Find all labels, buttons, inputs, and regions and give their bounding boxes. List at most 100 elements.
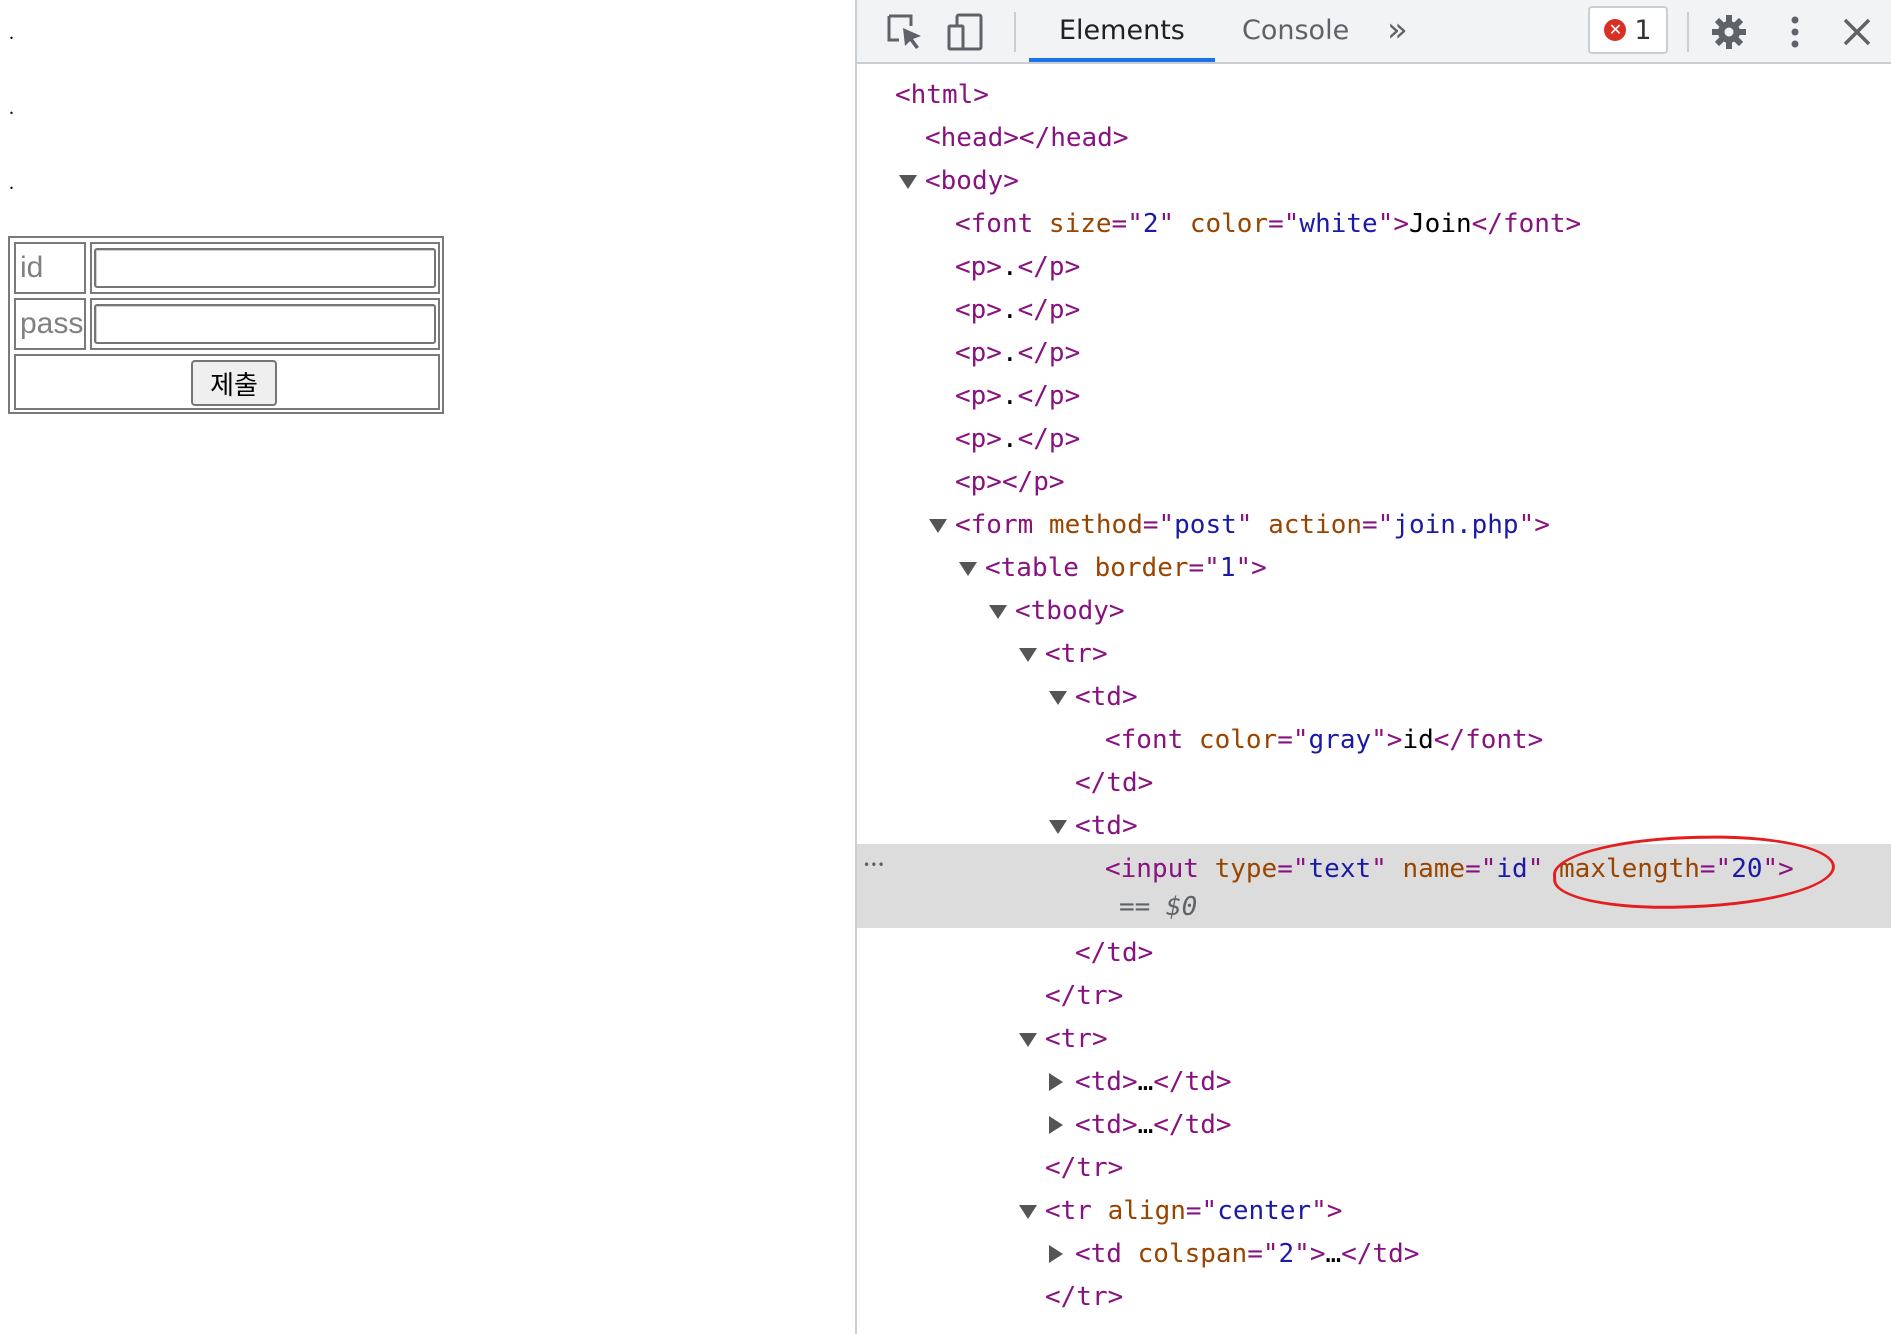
dom-node-code: <td colspan="2">…</td> [1075, 1233, 1419, 1276]
more-options-icon[interactable] [1775, 12, 1815, 52]
code-token-tag: "> [1235, 553, 1267, 583]
tab-console[interactable]: Console [1212, 0, 1379, 62]
error-count-badge[interactable]: ✕ 1 [1588, 6, 1668, 54]
id-label-cell: id [14, 242, 86, 294]
dom-node-code: </tr> [1045, 1276, 1123, 1319]
code-token-txt: … [1137, 1110, 1154, 1140]
dom-node-row[interactable]: <p>.</p> [857, 246, 1891, 289]
code-token-tag: =" [1268, 209, 1300, 239]
dom-node-row[interactable]: <font size="2" color="white">Join</font> [857, 203, 1891, 246]
dom-node-code: <head></head> [925, 117, 1129, 160]
code-token-tag: =" [1142, 510, 1175, 540]
code-token-tag: "> [1518, 510, 1550, 540]
dom-node-row[interactable]: </tr> [857, 1147, 1891, 1190]
dom-node-row[interactable]: <td>…</td> [857, 1061, 1891, 1104]
submit-cell: 제출 [14, 354, 440, 410]
dom-node-row[interactable]: <td> [857, 676, 1891, 719]
join-form-table: id pass 제출 [8, 236, 444, 414]
code-token-tag: " [1158, 209, 1190, 239]
expand-triangle-icon[interactable] [1019, 648, 1037, 662]
code-token-val: id [1496, 854, 1528, 884]
code-token-tag: " [1371, 854, 1403, 884]
expand-triangle-icon[interactable] [959, 562, 977, 576]
code-token-tag: <td> [1075, 1067, 1138, 1097]
code-token-attr: name [1402, 854, 1466, 884]
dom-node-row[interactable]: <tr> [857, 1018, 1891, 1061]
code-token-tag: " [1236, 510, 1269, 540]
code-token-txt: . [1001, 381, 1018, 411]
code-token-tag: =" [1277, 725, 1309, 755]
expand-triangle-icon[interactable] [929, 519, 947, 533]
code-token-tag: </p> [1017, 252, 1081, 282]
dom-node-row[interactable]: <html> [857, 74, 1891, 117]
submit-button[interactable]: 제출 [191, 360, 277, 406]
settings-icon[interactable] [1709, 12, 1749, 52]
code-token-tag: =" [1247, 1239, 1279, 1269]
expand-triangle-icon[interactable] [1049, 820, 1067, 834]
code-token-tag: </td> [1341, 1239, 1420, 1269]
tab-elements[interactable]: Elements [1029, 0, 1215, 62]
dom-node-code: </td> [1075, 762, 1153, 805]
dom-node-row[interactable]: <tr align="center"> [857, 1190, 1891, 1233]
dom-node-row[interactable]: <p>.</p> [857, 418, 1891, 461]
code-token-tag: </td> [1153, 1067, 1232, 1097]
dom-node-row[interactable]: <p>.</p> [857, 332, 1891, 375]
expand-triangle-icon[interactable] [1019, 1205, 1037, 1219]
code-token-attr: border [1094, 553, 1189, 583]
dom-node-code: <font color="gray">id</font> [1105, 719, 1543, 762]
code-token-tag: </tr> [1045, 981, 1124, 1011]
dom-node-row[interactable]: <p>.</p> [857, 375, 1891, 418]
code-token-txt: . [1001, 338, 1018, 368]
paragraph-dot: . [9, 172, 14, 194]
dom-node-row[interactable]: <tr> [857, 633, 1891, 676]
dom-node-row[interactable]: </td> [857, 932, 1891, 975]
close-icon[interactable] [1837, 12, 1877, 52]
dom-node-row[interactable]: <tbody> [857, 590, 1891, 633]
collapsed-triangle-icon[interactable] [1049, 1116, 1063, 1134]
code-token-tag: =" [1465, 854, 1497, 884]
dom-node-code: <p>.</p> [955, 289, 1080, 332]
dom-node-code: <td> [1075, 805, 1138, 848]
pass-input[interactable] [94, 304, 436, 344]
expand-triangle-icon[interactable] [899, 175, 917, 189]
code-token-tag: =" [1185, 1196, 1218, 1226]
dom-node-row[interactable]: </tr> [857, 1276, 1891, 1319]
dom-node-row[interactable]: <form method="post" action="join.php"> [857, 504, 1891, 547]
dom-node-code: <tr> [1045, 633, 1108, 676]
code-token-tag: </p> [1017, 338, 1081, 368]
id-input[interactable] [94, 248, 436, 288]
dom-node-code: <tbody> [1015, 590, 1125, 633]
code-token-tag: "> [1294, 1239, 1326, 1269]
dom-node-row[interactable]: </td> [857, 762, 1891, 805]
dom-node-row[interactable]: <p></p> [857, 461, 1891, 504]
dom-node-row[interactable]: <p>.</p> [857, 289, 1891, 332]
dom-node-row[interactable]: <head></head> [857, 117, 1891, 160]
inspect-element-icon[interactable] [885, 12, 925, 52]
code-token-tag: </p> [1017, 295, 1081, 325]
dom-node-row[interactable]: <td>…</td> [857, 1104, 1891, 1147]
dom-node-row[interactable]: </tr> [857, 975, 1891, 1018]
expand-triangle-icon[interactable] [1019, 1033, 1037, 1047]
code-token-tag: <tr> [1045, 1024, 1108, 1054]
device-toolbar-icon[interactable] [945, 12, 985, 52]
devtools-panel: Elements Console » ✕ 1 <html> <head></he… [855, 0, 1891, 1334]
dom-node-row[interactable]: <body> [857, 160, 1891, 203]
dom-node-code: <html> [895, 74, 989, 117]
code-token-tag: </tr> [1045, 1282, 1124, 1312]
code-token-tag: <p> [955, 295, 1002, 325]
collapsed-triangle-icon[interactable] [1049, 1073, 1063, 1091]
dom-node-row[interactable]: <td colspan="2">…</td> [857, 1233, 1891, 1276]
code-token-tag: <font [1105, 725, 1199, 755]
expand-triangle-icon[interactable] [989, 605, 1007, 619]
expand-triangle-icon[interactable] [1049, 691, 1067, 705]
code-token-attr: method [1048, 510, 1143, 540]
node-actions-ellipsis-icon[interactable]: ••• [863, 844, 885, 887]
id-input-cell [90, 242, 440, 294]
code-token-tag: <font [955, 209, 1049, 239]
dom-node-row[interactable]: <table border="1"> [857, 547, 1891, 590]
code-token-tag: <td [1075, 1239, 1138, 1269]
more-tabs-icon[interactable]: » [1387, 0, 1408, 62]
collapsed-triangle-icon[interactable] [1049, 1245, 1063, 1263]
code-token-attr: color [1189, 209, 1269, 239]
dom-node-row[interactable]: <font color="gray">id</font> [857, 719, 1891, 762]
